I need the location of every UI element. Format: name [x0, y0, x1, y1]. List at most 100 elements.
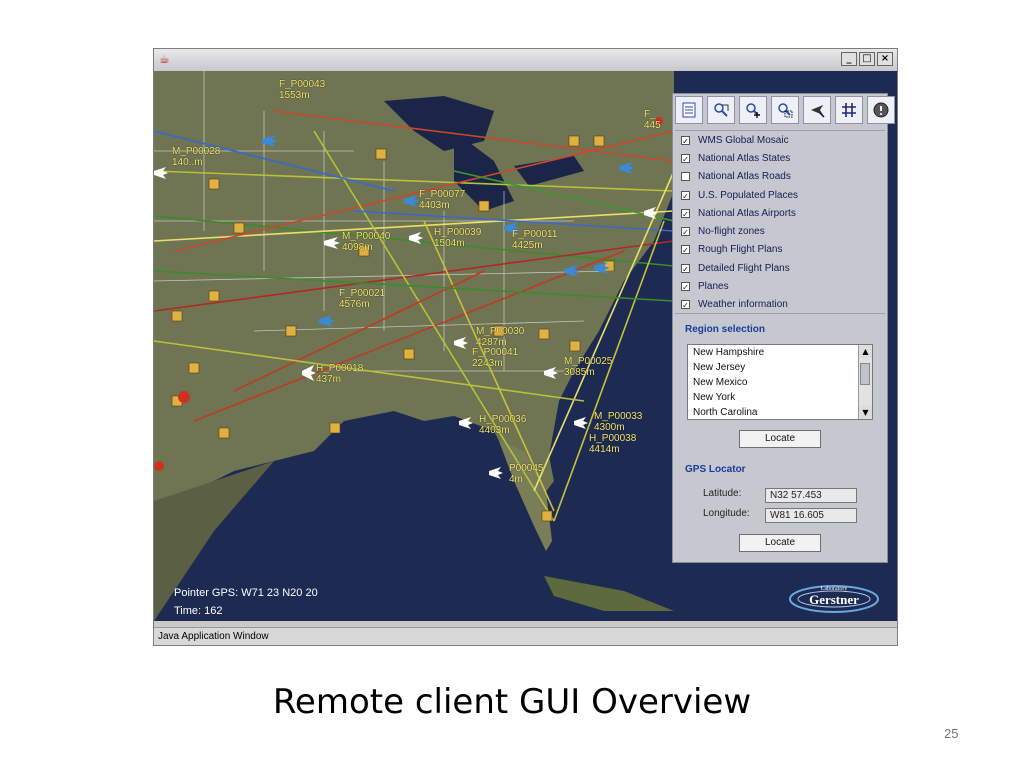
layer-label: WMS Global Mosaic: [698, 134, 789, 146]
layer-label: U.S. Populated Places: [698, 189, 799, 201]
flight-label: H_P00018 437m: [316, 363, 363, 385]
flight-label: F_P00021 4576m: [339, 288, 385, 310]
flight-id: F_P00043: [279, 79, 326, 90]
logo-label: Gerstner: [809, 592, 859, 607]
close-button[interactable]: ×: [877, 52, 893, 66]
zoom-region-button[interactable]: [771, 96, 799, 124]
layer-checkbox[interactable]: ✓: [681, 153, 690, 164]
flight-label: F_P00041 2243m: [472, 347, 518, 369]
layer-checkbox[interactable]: ✓: [681, 190, 690, 201]
slide-title: Remote client GUI Overview: [272, 682, 752, 722]
window-titlebar[interactable]: ☕ _ □ ×: [154, 49, 897, 72]
layer-checkbox[interactable]: [681, 172, 690, 182]
zoom-in-icon: [746, 103, 760, 118]
pointer-gps-readout: Pointer GPS: W71 23 N20 20: [174, 587, 318, 599]
grid-icon: [842, 103, 856, 117]
map-view[interactable]: F_P00043 1553m M_P00028 140..m F_P00077 …: [154, 71, 897, 621]
region-listbox[interactable]: New Hampshire New Jersey New Mexico New …: [687, 344, 873, 420]
layer-item[interactable]: ✓ Weather information: [675, 296, 885, 314]
layers-icon: [682, 102, 696, 118]
layer-item[interactable]: National Atlas Roads: [675, 168, 885, 186]
list-item[interactable]: New Mexico: [688, 375, 872, 390]
layer-checkbox[interactable]: ✓: [681, 282, 690, 292]
longitude-field[interactable]: W81 16.605: [765, 508, 857, 523]
flight-label: M_P00028 140..m: [172, 146, 220, 168]
flight-altitude: 2243m: [472, 358, 503, 369]
zoom-in-button[interactable]: [739, 96, 767, 124]
layer-label: National Atlas Roads: [698, 171, 791, 183]
flight-id: H_P00038: [589, 433, 637, 444]
region-locate-button[interactable]: Locate: [739, 430, 821, 448]
layer-checkbox[interactable]: ✓: [681, 208, 690, 219]
flight-label: M_P00030 4287m: [476, 326, 524, 348]
gps-locate-button[interactable]: Locate: [739, 534, 821, 552]
flight-label: M_P00040 4098m: [342, 231, 390, 253]
layer-checkbox[interactable]: ✓: [681, 263, 690, 274]
latitude-field[interactable]: N32 57.453: [765, 488, 857, 503]
flight-altitude: 4300m: [594, 422, 625, 433]
flight-altitude: 4414m: [589, 444, 620, 455]
pan-zoom-button[interactable]: [707, 96, 735, 124]
scroll-up-arrow-icon[interactable]: ▲: [859, 345, 872, 358]
layer-label: Planes: [698, 281, 729, 293]
list-item[interactable]: North Carolina: [688, 405, 872, 417]
flight-altitude: 4576m: [339, 299, 370, 310]
flight-id: M_P00033: [594, 411, 643, 422]
layers-button[interactable]: [675, 96, 703, 124]
flight-altitude: 4098m: [342, 242, 373, 253]
maximize-button[interactable]: □: [859, 52, 875, 66]
layer-checkbox[interactable]: ✓: [681, 300, 690, 310]
gps-locator-title: GPS Locator: [685, 464, 746, 475]
time-readout: Time: 162: [174, 605, 223, 617]
select-plane-icon: [811, 105, 825, 118]
flight-altitude: 4m: [509, 474, 523, 485]
flight-id: M_P00040: [342, 231, 391, 242]
info-button[interactable]: [867, 96, 895, 124]
flight-altitude: 3085m: [564, 367, 595, 378]
layer-checkbox[interactable]: ✓: [681, 245, 690, 255]
layer-label: Weather information: [698, 299, 788, 311]
control-panel: ✓ WMS Global Mosaic ✓ National Atlas State…: [672, 93, 895, 563]
flight-id: H_P00039: [434, 227, 482, 238]
layer-label: National Atlas Airports: [698, 207, 796, 219]
status-bar: Java Application Window: [154, 627, 897, 645]
latitude-label: Latitude:: [703, 488, 742, 499]
list-item[interactable]: New Jersey: [688, 360, 872, 375]
layer-item[interactable]: ✓ Detailed Flight Plans: [675, 259, 885, 277]
flight-label: H_P00038 4414m: [589, 433, 636, 455]
layer-checkbox[interactable]: ✓: [681, 227, 690, 237]
flight-label: F_P00043 1553m: [279, 79, 325, 101]
layer-list: ✓ WMS Global Mosaic ✓ National Atlas State…: [675, 130, 885, 314]
region-selection-title: Region selection: [685, 324, 766, 335]
flight-label: H_P00039 1504m: [434, 227, 481, 249]
layer-item[interactable]: ✓ Rough Flight Plans: [675, 241, 885, 259]
select-plane-button[interactable]: [803, 96, 831, 124]
layer-item[interactable]: ✓ National Atlas States: [675, 149, 885, 167]
layer-item[interactable]: ✓ National Atlas Airports: [675, 204, 885, 222]
layer-label: Rough Flight Plans: [698, 244, 783, 256]
flight-altitude: 1504m: [434, 238, 465, 249]
grid-button[interactable]: [835, 96, 863, 124]
layer-item[interactable]: ✓ WMS Global Mosaic: [675, 131, 885, 149]
flight-label: F_ 445: [644, 109, 661, 131]
layer-checkbox[interactable]: ✓: [681, 135, 690, 146]
flight-id: M_P00028: [172, 146, 221, 157]
zoom-region-icon: [778, 103, 793, 118]
flight-altitude: 4425m: [512, 240, 543, 251]
flight-id: M_P00025: [564, 356, 613, 367]
flight-id: H_P00018: [316, 363, 364, 374]
layer-label: No-flight zones: [698, 226, 765, 238]
list-item[interactable]: New Hampshire: [688, 345, 872, 360]
page-number: 25: [944, 726, 959, 741]
scroll-down-arrow-icon[interactable]: ▼: [859, 406, 872, 419]
java-cup-icon: ☕: [159, 52, 170, 66]
scroll-thumb[interactable]: [860, 363, 870, 385]
layer-item[interactable]: ✓ No-flight zones: [675, 222, 885, 240]
layer-item[interactable]: ✓ Planes: [675, 277, 885, 295]
layer-label: National Atlas States: [698, 152, 791, 164]
layer-item[interactable]: ✓ U.S. Populated Places: [675, 186, 885, 204]
flight-altitude: 445: [644, 120, 661, 131]
region-scrollbar[interactable]: ▲ ▼: [858, 345, 872, 419]
minimize-button[interactable]: _: [841, 52, 857, 66]
list-item[interactable]: New York: [688, 390, 872, 405]
